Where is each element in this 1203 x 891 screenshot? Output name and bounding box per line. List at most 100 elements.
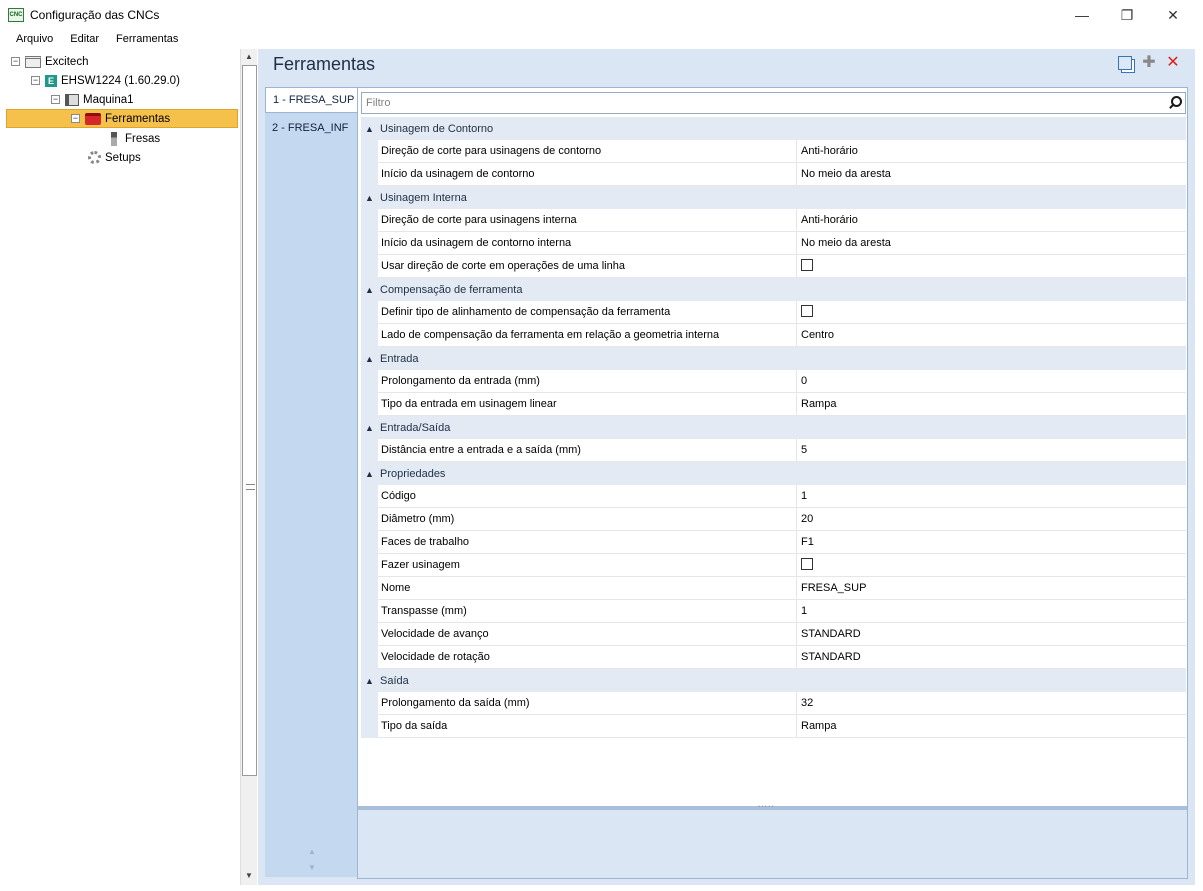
collapse-toggle[interactable]: − bbox=[51, 95, 60, 104]
property-value[interactable]: 1 bbox=[797, 605, 807, 617]
tab-fresa-inf[interactable]: 2 - FRESA_INF bbox=[265, 115, 357, 141]
property-value[interactable]: Rampa bbox=[797, 398, 836, 410]
menu-arquivo[interactable]: Arquivo bbox=[0, 33, 64, 45]
tree-item-ferramentas[interactable]: − Ferramentas bbox=[6, 109, 238, 128]
tree-item-maquina1[interactable]: − Maquina1 bbox=[51, 90, 134, 109]
collapse-toggle[interactable]: − bbox=[31, 76, 40, 85]
menu-ferramentas[interactable]: Ferramentas bbox=[110, 33, 189, 45]
property-value[interactable] bbox=[797, 258, 813, 274]
category-row[interactable]: ▲ Usinagem Interna bbox=[361, 186, 1186, 209]
machine-icon bbox=[65, 93, 79, 106]
tree-item-excitech[interactable]: − Excitech bbox=[11, 52, 88, 71]
category-label: Propriedades bbox=[380, 467, 446, 480]
chevron-up-icon[interactable]: ▲ bbox=[361, 354, 378, 364]
property-value[interactable]: Centro bbox=[797, 329, 834, 341]
property-value[interactable]: Anti-horário bbox=[797, 145, 858, 157]
tree-item-ehsw1224[interactable]: − E EHSW1224 (1.60.29.0) bbox=[31, 71, 180, 90]
property-row[interactable]: Direção de corte para usinagens interna A… bbox=[361, 208, 1186, 232]
delete-button[interactable]: ✕ bbox=[1165, 55, 1181, 71]
property-name: Direção de corte para usinagens interna bbox=[378, 208, 797, 232]
chevron-up-icon[interactable]: ▲ bbox=[361, 423, 378, 433]
filter-input[interactable]: Filtro bbox=[361, 92, 1186, 114]
row-gutter bbox=[361, 139, 378, 163]
property-checkbox[interactable] bbox=[801, 258, 813, 271]
category-row[interactable]: ▲ Propriedades bbox=[361, 462, 1186, 485]
tree-scrollbar[interactable]: ▲ ▼ bbox=[240, 49, 257, 885]
minimize-button[interactable]: — bbox=[1059, 0, 1105, 30]
category-row[interactable]: ▲ Usinagem de Contorno bbox=[361, 117, 1186, 140]
menu-editar[interactable]: Editar bbox=[64, 33, 110, 45]
property-row[interactable]: Velocidade de rotação STANDARD bbox=[361, 645, 1186, 669]
row-gutter bbox=[361, 553, 378, 577]
chevron-up-icon[interactable]: ▲ bbox=[361, 124, 378, 134]
row-gutter bbox=[361, 576, 378, 600]
category-row[interactable]: ▲ Compensação de ferramenta bbox=[361, 278, 1186, 301]
category-row[interactable]: ▲ Entrada bbox=[361, 347, 1186, 370]
property-row[interactable]: Diâmetro (mm) 20 bbox=[361, 507, 1186, 531]
property-value[interactable]: 32 bbox=[797, 697, 813, 709]
property-value-text: 0 bbox=[801, 375, 808, 387]
property-row[interactable]: Prolongamento da entrada (mm) 0 bbox=[361, 369, 1186, 393]
property-row[interactable]: Nome FRESA_SUP bbox=[361, 576, 1186, 600]
tree-item-fresas[interactable]: Fresas bbox=[111, 129, 160, 148]
property-value-text: 1 bbox=[801, 605, 808, 617]
chevron-up-icon[interactable]: ▲ bbox=[361, 469, 378, 479]
property-row[interactable]: Tipo da saída Rampa bbox=[361, 714, 1186, 738]
add-button[interactable]: ✚ bbox=[1141, 55, 1157, 71]
property-checkbox[interactable] bbox=[801, 557, 813, 570]
property-value-text: Rampa bbox=[801, 398, 837, 410]
property-row[interactable]: Tipo da entrada em usinagem linear Rampa bbox=[361, 392, 1186, 416]
property-row[interactable]: Definir tipo de alinhamento de compensaç… bbox=[361, 300, 1186, 324]
property-value-text: STANDARD bbox=[801, 651, 861, 663]
category-row[interactable]: ▲ Entrada/Saída bbox=[361, 416, 1186, 439]
tree-item-setups[interactable]: Setups bbox=[88, 148, 141, 167]
collapse-toggle[interactable]: − bbox=[11, 57, 20, 66]
property-row[interactable]: Velocidade de avanço STANDARD bbox=[361, 622, 1186, 646]
restore-button[interactable]: ❐ bbox=[1104, 0, 1150, 30]
property-row[interactable]: Faces de trabalho F1 bbox=[361, 530, 1186, 554]
property-value[interactable]: STANDARD bbox=[797, 628, 861, 640]
ehsw-icon: E bbox=[45, 74, 57, 87]
property-row[interactable]: Início da usinagem de contorno interna No… bbox=[361, 231, 1186, 255]
property-checkbox[interactable] bbox=[801, 304, 813, 317]
property-value[interactable]: 20 bbox=[797, 513, 813, 525]
copy-button[interactable] bbox=[1117, 55, 1133, 71]
property-value[interactable]: No meio da aresta bbox=[797, 168, 891, 180]
property-value[interactable]: 1 bbox=[797, 490, 807, 502]
property-row[interactable]: Lado de compensação da ferramenta em rel… bbox=[361, 323, 1186, 347]
property-name: Nome bbox=[378, 576, 797, 600]
property-value[interactable]: F1 bbox=[797, 536, 814, 548]
property-row[interactable]: Direção de corte para usinagens de conto… bbox=[361, 139, 1186, 163]
property-value[interactable] bbox=[797, 304, 813, 320]
property-value[interactable]: Rampa bbox=[797, 720, 836, 732]
property-row[interactable]: Usar direção de corte em operações de um… bbox=[361, 254, 1186, 278]
search-icon[interactable] bbox=[1168, 96, 1182, 110]
close-button[interactable]: ✕ bbox=[1150, 0, 1196, 30]
scroll-down-icon[interactable]: ▼ bbox=[245, 871, 253, 880]
property-row[interactable]: Prolongamento da saída (mm) 32 bbox=[361, 691, 1186, 715]
chevron-up-icon[interactable]: ▲ bbox=[361, 676, 378, 686]
chevron-up-icon[interactable]: ▲ bbox=[361, 193, 378, 203]
property-value[interactable]: FRESA_SUP bbox=[797, 582, 866, 594]
scroll-up-icon[interactable]: ▲ bbox=[245, 52, 253, 61]
row-gutter bbox=[361, 254, 378, 278]
property-value[interactable]: 5 bbox=[797, 444, 807, 456]
property-row[interactable]: Código 1 bbox=[361, 484, 1186, 508]
collapse-toggle[interactable]: − bbox=[71, 114, 80, 123]
property-value[interactable]: Anti-horário bbox=[797, 214, 858, 226]
property-value-text: 32 bbox=[801, 697, 814, 709]
property-value[interactable] bbox=[797, 557, 813, 573]
scroll-thumb[interactable] bbox=[242, 65, 257, 776]
chevron-up-icon[interactable]: ▲ bbox=[361, 285, 378, 295]
property-row[interactable]: Início da usinagem de contorno No meio da… bbox=[361, 162, 1186, 186]
property-value[interactable]: 0 bbox=[797, 375, 807, 387]
property-value[interactable]: STANDARD bbox=[797, 651, 861, 663]
property-value[interactable]: No meio da aresta bbox=[797, 237, 891, 249]
property-row[interactable]: Fazer usinagem bbox=[361, 553, 1186, 577]
property-row[interactable]: Transpasse (mm) 1 bbox=[361, 599, 1186, 623]
tabs-scroll-up-icon[interactable]: ▲ bbox=[308, 847, 316, 856]
tabs-scroll-down-icon[interactable]: ▼ bbox=[308, 863, 316, 872]
property-row[interactable]: Distância entre a entrada e a saída (mm)… bbox=[361, 438, 1186, 462]
category-row[interactable]: ▲ Saída bbox=[361, 669, 1186, 692]
tab-fresa-sup[interactable]: 1 - FRESA_SUP bbox=[265, 87, 358, 113]
